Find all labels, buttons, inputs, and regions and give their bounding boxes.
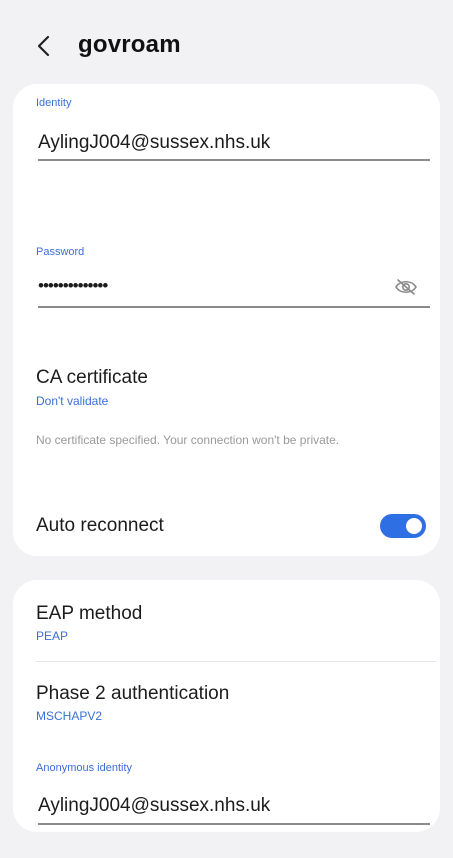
eye-off-icon bbox=[395, 279, 417, 295]
auto-reconnect-switch[interactable] bbox=[380, 514, 426, 538]
chevron-left-icon bbox=[37, 35, 50, 57]
back-button[interactable] bbox=[30, 32, 58, 60]
password-input[interactable] bbox=[38, 276, 378, 296]
page-title: govroam bbox=[78, 31, 181, 58]
identity-underline bbox=[38, 159, 430, 161]
anonymous-identity-input[interactable] bbox=[38, 795, 428, 817]
app-header: govroam bbox=[0, 0, 453, 88]
phase2-auth-title: Phase 2 authentication bbox=[36, 683, 230, 704]
divider bbox=[36, 661, 436, 662]
switch-knob bbox=[406, 518, 422, 534]
anonymous-identity-label: Anonymous identity bbox=[36, 762, 132, 774]
credentials-card bbox=[13, 84, 440, 556]
identity-input[interactable] bbox=[38, 132, 428, 154]
eap-method-title: EAP method bbox=[36, 603, 143, 624]
eap-method-value: PEAP bbox=[36, 629, 69, 643]
password-underline bbox=[38, 306, 430, 308]
phase2-auth-value: MSCHAPV2 bbox=[36, 709, 103, 723]
ca-certificate-title: CA certificate bbox=[36, 367, 148, 388]
password-label: Password bbox=[36, 246, 85, 258]
ca-certificate-hint: No certificate specified. Your connectio… bbox=[36, 433, 340, 447]
password-visibility-toggle[interactable] bbox=[392, 277, 420, 297]
identity-label: Identity bbox=[36, 97, 72, 109]
auto-reconnect-label: Auto reconnect bbox=[36, 515, 164, 536]
ca-certificate-value: Don't validate bbox=[36, 394, 109, 408]
anonymous-identity-underline bbox=[38, 823, 430, 825]
